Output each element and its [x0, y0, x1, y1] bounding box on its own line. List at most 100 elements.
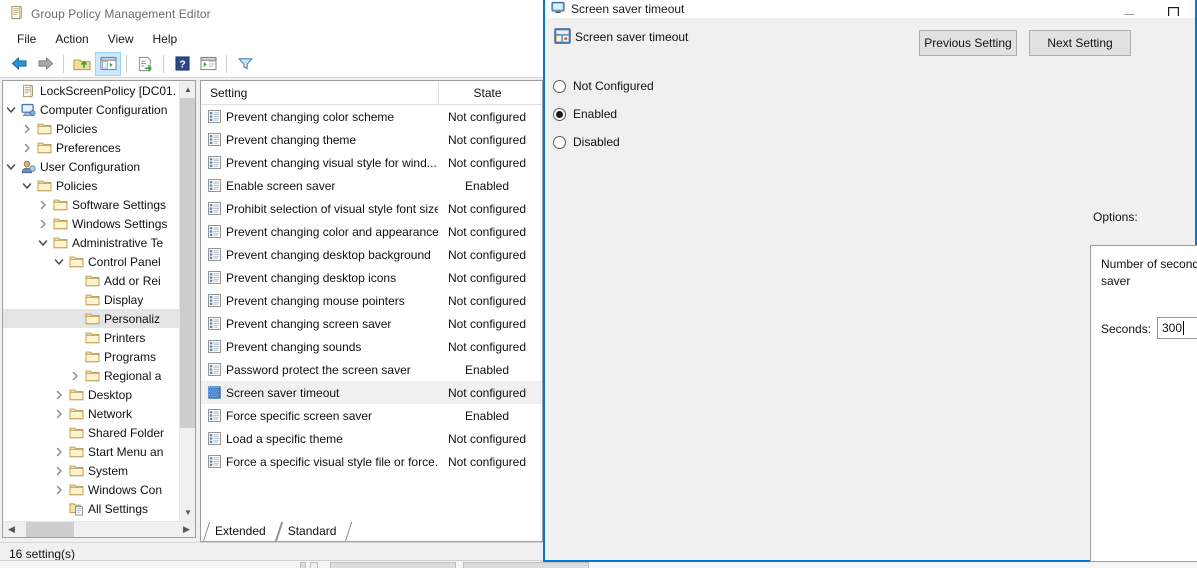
tree-item-network[interactable]: Network	[3, 404, 181, 423]
chevron-down-icon[interactable]	[3, 157, 19, 176]
taskbar-item[interactable]	[310, 562, 318, 568]
chevron-right-icon[interactable]	[51, 385, 67, 404]
settings-list[interactable]: Prevent changing color scheme Not configu…	[201, 105, 542, 473]
chevron-down-icon[interactable]	[19, 176, 35, 195]
policy-setting-icon	[551, 1, 565, 17]
tree-item-administrative-te[interactable]: Administrative Te	[3, 233, 181, 252]
tree-item-computer-configuration[interactable]: Computer Configuration	[3, 100, 181, 119]
radio-enabled[interactable]: Enabled	[553, 100, 673, 128]
scroll-right-icon[interactable]: ▶	[178, 522, 195, 538]
table-row[interactable]: Prevent changing theme Not configured	[201, 128, 542, 151]
menu-help[interactable]: Help	[144, 29, 187, 49]
forward-button[interactable]	[32, 52, 58, 76]
tab-extended[interactable]: Extended	[203, 522, 276, 541]
tree-item-user-configuration[interactable]: User Configuration	[3, 157, 181, 176]
radio-not-configured[interactable]: Not Configured	[553, 72, 673, 100]
tree-item-lockscreenpolicy-dc01[interactable]: LockScreenPolicy [DC01.	[3, 81, 181, 100]
tree-item-programs[interactable]: Programs	[3, 347, 181, 366]
taskbar-item[interactable]	[463, 562, 589, 568]
tree-item-windows-settin[interactable]: Windows Settin	[3, 537, 181, 538]
table-row[interactable]: Screen saver timeout Not configured	[201, 381, 542, 404]
tree-horizontal-scrollbar[interactable]: ◀ ▶	[3, 521, 195, 537]
policy-document-icon	[9, 5, 24, 23]
table-row[interactable]: Prohibit selection of visual style font …	[201, 197, 542, 220]
next-setting-button[interactable]: Next Setting	[1029, 30, 1131, 56]
tree-hscroll-thumb[interactable]	[26, 521, 74, 537]
table-row[interactable]: Prevent changing screen saver Not configu…	[201, 312, 542, 335]
tree-item-desktop[interactable]: Desktop	[3, 385, 181, 404]
tree-item-windows-settings[interactable]: Windows Settings	[3, 214, 181, 233]
chevron-right-icon[interactable]	[19, 138, 35, 157]
show-hide-console-tree-button[interactable]	[95, 51, 121, 76]
tree-item-software-settings[interactable]: Software Settings	[3, 195, 181, 214]
tree-item-display[interactable]: Display	[3, 290, 181, 309]
tree-vertical-scrollbar[interactable]: ▲ ▼	[179, 81, 195, 537]
console-tree[interactable]: LockScreenPolicy [DC01. Computer Configur…	[3, 81, 181, 538]
chevron-down-icon[interactable]	[51, 252, 67, 271]
tree-item-control-panel[interactable]: Control Panel	[3, 252, 181, 271]
chevron-right-icon[interactable]	[51, 480, 67, 499]
column-header-setting[interactable]: Setting	[201, 86, 438, 100]
chevron-right-icon[interactable]	[51, 404, 67, 423]
table-row[interactable]: Force specific screen saver Enabled	[201, 404, 542, 427]
chevron-right-icon[interactable]	[35, 195, 51, 214]
hscroll-track[interactable]	[20, 521, 178, 537]
seconds-input[interactable]: 300	[1158, 318, 1197, 338]
help-button[interactable]: ?	[169, 52, 195, 76]
previous-setting-button[interactable]: Previous Setting	[919, 30, 1017, 56]
seconds-spinner[interactable]: 300 ▲ ▼	[1157, 317, 1197, 339]
table-row[interactable]: Password protect the screen saver Enabled	[201, 358, 542, 381]
table-row[interactable]: Force a specific visual style file or fo…	[201, 450, 542, 473]
chevron-right-icon[interactable]	[35, 537, 51, 538]
tree-item-shared-folder[interactable]: Shared Folder	[3, 423, 181, 442]
taskbar-item[interactable]	[330, 562, 456, 568]
minimize-button[interactable]	[1107, 0, 1151, 18]
toolbar-separator	[126, 54, 127, 73]
back-button[interactable]	[6, 52, 32, 76]
chevron-right-icon[interactable]	[51, 442, 67, 461]
table-row[interactable]: Enable screen saver Enabled	[201, 174, 542, 197]
tree-item-windows-con[interactable]: Windows Con	[3, 480, 181, 499]
tree-item-preferences[interactable]: Preferences	[3, 138, 181, 157]
export-list-button[interactable]	[132, 52, 158, 76]
scroll-left-icon[interactable]: ◀	[3, 522, 20, 538]
properties-window-button[interactable]	[195, 52, 221, 76]
up-one-level-button[interactable]	[69, 52, 95, 76]
chevron-right-icon[interactable]	[67, 366, 83, 385]
table-row[interactable]: Prevent changing desktop background Not c…	[201, 243, 542, 266]
menu-view[interactable]: View	[99, 29, 143, 49]
table-row[interactable]: Prevent changing visual style for wind..…	[201, 151, 542, 174]
table-row[interactable]: Prevent changing sounds Not configured	[201, 335, 542, 358]
table-row[interactable]: Prevent changing desktop icons Not config…	[201, 266, 542, 289]
scroll-down-icon[interactable]: ▼	[180, 504, 195, 521]
tree-item-system[interactable]: System	[3, 461, 181, 480]
table-row[interactable]: Prevent changing color scheme Not configu…	[201, 105, 542, 128]
tree-item-policies[interactable]: Policies	[3, 176, 181, 195]
table-row[interactable]: Prevent changing color and appearance Not…	[201, 220, 542, 243]
menu-file[interactable]: File	[8, 29, 45, 49]
table-row[interactable]: Prevent changing mouse pointers Not confi…	[201, 289, 542, 312]
tree-item-printers[interactable]: Printers	[3, 328, 181, 347]
chevron-right-icon[interactable]	[51, 461, 67, 480]
tree-item-policies[interactable]: Policies	[3, 119, 181, 138]
menu-action[interactable]: Action	[46, 29, 97, 49]
tree-item-personaliz[interactable]: Personaliz	[3, 309, 181, 328]
chevron-down-icon[interactable]	[35, 233, 51, 252]
maximize-button[interactable]	[1151, 0, 1195, 18]
tree-item-label: Desktop	[88, 387, 133, 402]
tree-item-add-or-rei[interactable]: Add or Rei	[3, 271, 181, 290]
tree-scroll-thumb[interactable]	[180, 98, 195, 428]
column-header-state[interactable]: State	[438, 81, 542, 105]
tree-item-regional-a[interactable]: Regional a	[3, 366, 181, 385]
table-row[interactable]: Load a specific theme Not configured	[201, 427, 542, 450]
radio-disabled[interactable]: Disabled	[553, 128, 673, 156]
chevron-down-icon[interactable]	[3, 100, 19, 119]
taskbar-item[interactable]	[300, 562, 306, 568]
tab-standard[interactable]: Standard	[276, 522, 347, 541]
chevron-right-icon[interactable]	[19, 119, 35, 138]
filter-button[interactable]	[232, 52, 258, 76]
tree-item-all-settings[interactable]: All Settings	[3, 499, 181, 518]
scroll-up-icon[interactable]: ▲	[180, 81, 195, 98]
chevron-right-icon[interactable]	[35, 214, 51, 233]
tree-item-start-menu-an[interactable]: Start Menu an	[3, 442, 181, 461]
